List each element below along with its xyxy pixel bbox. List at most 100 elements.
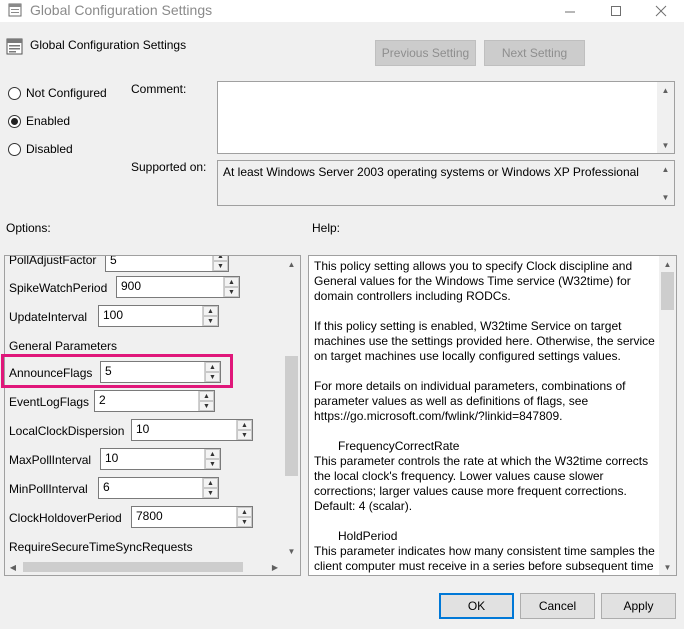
spinner-value: 100	[103, 308, 124, 322]
option-label: SpikeWatchPeriod	[9, 281, 108, 295]
help-label: Help:	[312, 221, 341, 235]
scroll-down-icon[interactable]: ▼	[283, 543, 300, 559]
radio-label: Disabled	[26, 142, 73, 156]
scroll-down-icon[interactable]: ▼	[657, 189, 674, 205]
scroll-up-icon[interactable]: ▲	[657, 82, 674, 98]
cancel-button[interactable]: Cancel	[520, 593, 595, 619]
spin-down-icon[interactable]: ▼	[224, 287, 239, 297]
radio-label: Enabled	[26, 114, 71, 128]
option-label: ClockHoldoverPeriod	[9, 511, 122, 525]
apply-button[interactable]: Apply	[601, 593, 676, 619]
maximize-icon	[611, 6, 621, 16]
radio-disabled[interactable]: Disabled	[8, 142, 73, 156]
spin-down-icon[interactable]: ▼	[237, 517, 252, 527]
help-text: This policy setting allows you to specif…	[314, 259, 656, 575]
scroll-down-icon[interactable]: ▼	[657, 137, 674, 153]
scroll-up-icon[interactable]: ▲	[283, 256, 300, 272]
spin-up-icon[interactable]: ▲	[205, 449, 220, 459]
option-label: UpdateInterval	[9, 310, 88, 324]
options-horizontal-scrollbar[interactable]: ◀ ▶	[5, 559, 283, 575]
spin-up-icon[interactable]: ▲	[199, 391, 214, 401]
event-log-flags-spinner[interactable]: 2 ▲ ▼	[94, 390, 215, 412]
radio-not-configured[interactable]: Not Configured	[8, 86, 107, 100]
spin-down-icon[interactable]: ▼	[203, 488, 218, 498]
min-poll-interval-spinner[interactable]: 6 ▲ ▼	[98, 477, 219, 499]
maximize-button[interactable]	[593, 0, 639, 22]
setting-title: Global Configuration Settings	[30, 38, 187, 52]
scroll-thumb[interactable]	[661, 272, 674, 310]
help-paragraph: For more details on individual parameter…	[314, 379, 626, 423]
close-button[interactable]	[638, 0, 684, 22]
spin-up-icon[interactable]: ▲	[237, 507, 252, 517]
setting-icon	[6, 38, 23, 55]
minimize-icon	[565, 11, 575, 13]
radio-enabled[interactable]: Enabled	[8, 114, 70, 128]
scroll-up-icon[interactable]: ▲	[659, 256, 676, 272]
spinner-value: 10	[105, 451, 119, 465]
spinner-value: 7800	[136, 509, 163, 523]
options-panel: PollAdjustFactor 5 ▲ ▼ SpikeWatchPeriod 9…	[4, 255, 301, 576]
announce-flags-highlight	[1, 354, 233, 388]
help-panel: This policy setting allows you to specif…	[308, 255, 677, 576]
help-scrollbar[interactable]: ▲ ▼	[659, 256, 676, 575]
radio-indicator	[8, 86, 21, 100]
option-label: PollAdjustFactor	[9, 255, 97, 267]
ok-button[interactable]: OK	[439, 593, 514, 619]
spin-up-icon[interactable]: ▲	[203, 478, 218, 488]
spinner-value: 900	[121, 279, 142, 293]
supported-on-field: At least Windows Server 2003 operating s…	[217, 160, 675, 206]
close-icon	[655, 5, 667, 17]
option-label: EventLogFlags	[9, 395, 90, 409]
help-parameter-title: HoldPeriod	[338, 529, 398, 543]
help-paragraph: If this policy setting is enabled, W32ti…	[314, 319, 655, 363]
spin-down-icon[interactable]: ▼	[213, 261, 228, 271]
local-clock-dispersion-spinner[interactable]: 10 ▲ ▼	[131, 419, 253, 441]
policy-icon	[8, 3, 22, 17]
max-poll-interval-spinner[interactable]: 10 ▲ ▼	[100, 448, 221, 470]
comment-field[interactable]: ▲ ▼	[217, 81, 675, 154]
options-label: Options:	[6, 221, 51, 235]
supported-on-value: At least Windows Server 2003 operating s…	[223, 165, 639, 179]
radio-label: Not Configured	[26, 86, 107, 100]
spin-up-icon[interactable]: ▲	[224, 277, 239, 287]
option-label: MaxPollInterval	[9, 453, 92, 467]
scroll-down-icon[interactable]: ▼	[659, 559, 676, 575]
spinner-value: 6	[103, 480, 110, 494]
radio-indicator-checked	[8, 114, 21, 128]
option-label: LocalClockDispersion	[9, 424, 125, 438]
require-secure-label: RequireSecureTimeSyncRequests	[9, 540, 193, 554]
general-parameters-heading: General Parameters	[9, 339, 118, 353]
comment-label: Comment:	[131, 82, 187, 96]
help-paragraph: This parameter controls the rate at whic…	[314, 454, 649, 513]
help-parameter-title: FrequencyCorrectRate	[338, 439, 460, 453]
poll-adjust-factor-spinner[interactable]: 5 ▲ ▼	[105, 255, 229, 272]
scroll-thumb[interactable]	[285, 356, 298, 476]
scroll-left-icon[interactable]: ◀	[5, 559, 21, 575]
spin-down-icon[interactable]: ▼	[199, 401, 214, 411]
title-bar: Global Configuration Settings	[0, 0, 684, 22]
next-setting-button[interactable]: Next Setting	[484, 40, 585, 66]
comment-scrollbar[interactable]: ▲ ▼	[657, 82, 674, 153]
spike-watch-period-spinner[interactable]: 900 ▲ ▼	[116, 276, 240, 298]
radio-indicator	[8, 142, 21, 156]
window-title: Global Configuration Settings	[30, 2, 213, 18]
supported-scrollbar[interactable]: ▲ ▼	[657, 161, 674, 205]
spin-down-icon[interactable]: ▼	[205, 459, 220, 469]
spin-up-icon[interactable]: ▲	[237, 420, 252, 430]
update-interval-spinner[interactable]: 100 ▲ ▼	[98, 305, 219, 327]
help-paragraph: This policy setting allows you to specif…	[314, 259, 633, 303]
spin-up-icon[interactable]: ▲	[203, 306, 218, 316]
scroll-right-icon[interactable]: ▶	[267, 559, 283, 575]
spinner-value: 5	[110, 255, 117, 267]
scroll-up-icon[interactable]: ▲	[657, 161, 674, 177]
scroll-thumb[interactable]	[23, 562, 243, 572]
options-vertical-scrollbar[interactable]: ▲ ▼	[283, 256, 300, 559]
spin-down-icon[interactable]: ▼	[237, 430, 252, 440]
previous-setting-button[interactable]: Previous Setting	[375, 40, 476, 66]
clock-holdover-period-spinner[interactable]: 7800 ▲ ▼	[131, 506, 253, 528]
supported-on-label: Supported on:	[131, 160, 207, 174]
spin-down-icon[interactable]: ▼	[203, 316, 218, 326]
spinner-value: 2	[99, 393, 106, 407]
option-label: MinPollInterval	[9, 482, 88, 496]
minimize-button[interactable]	[547, 0, 593, 22]
